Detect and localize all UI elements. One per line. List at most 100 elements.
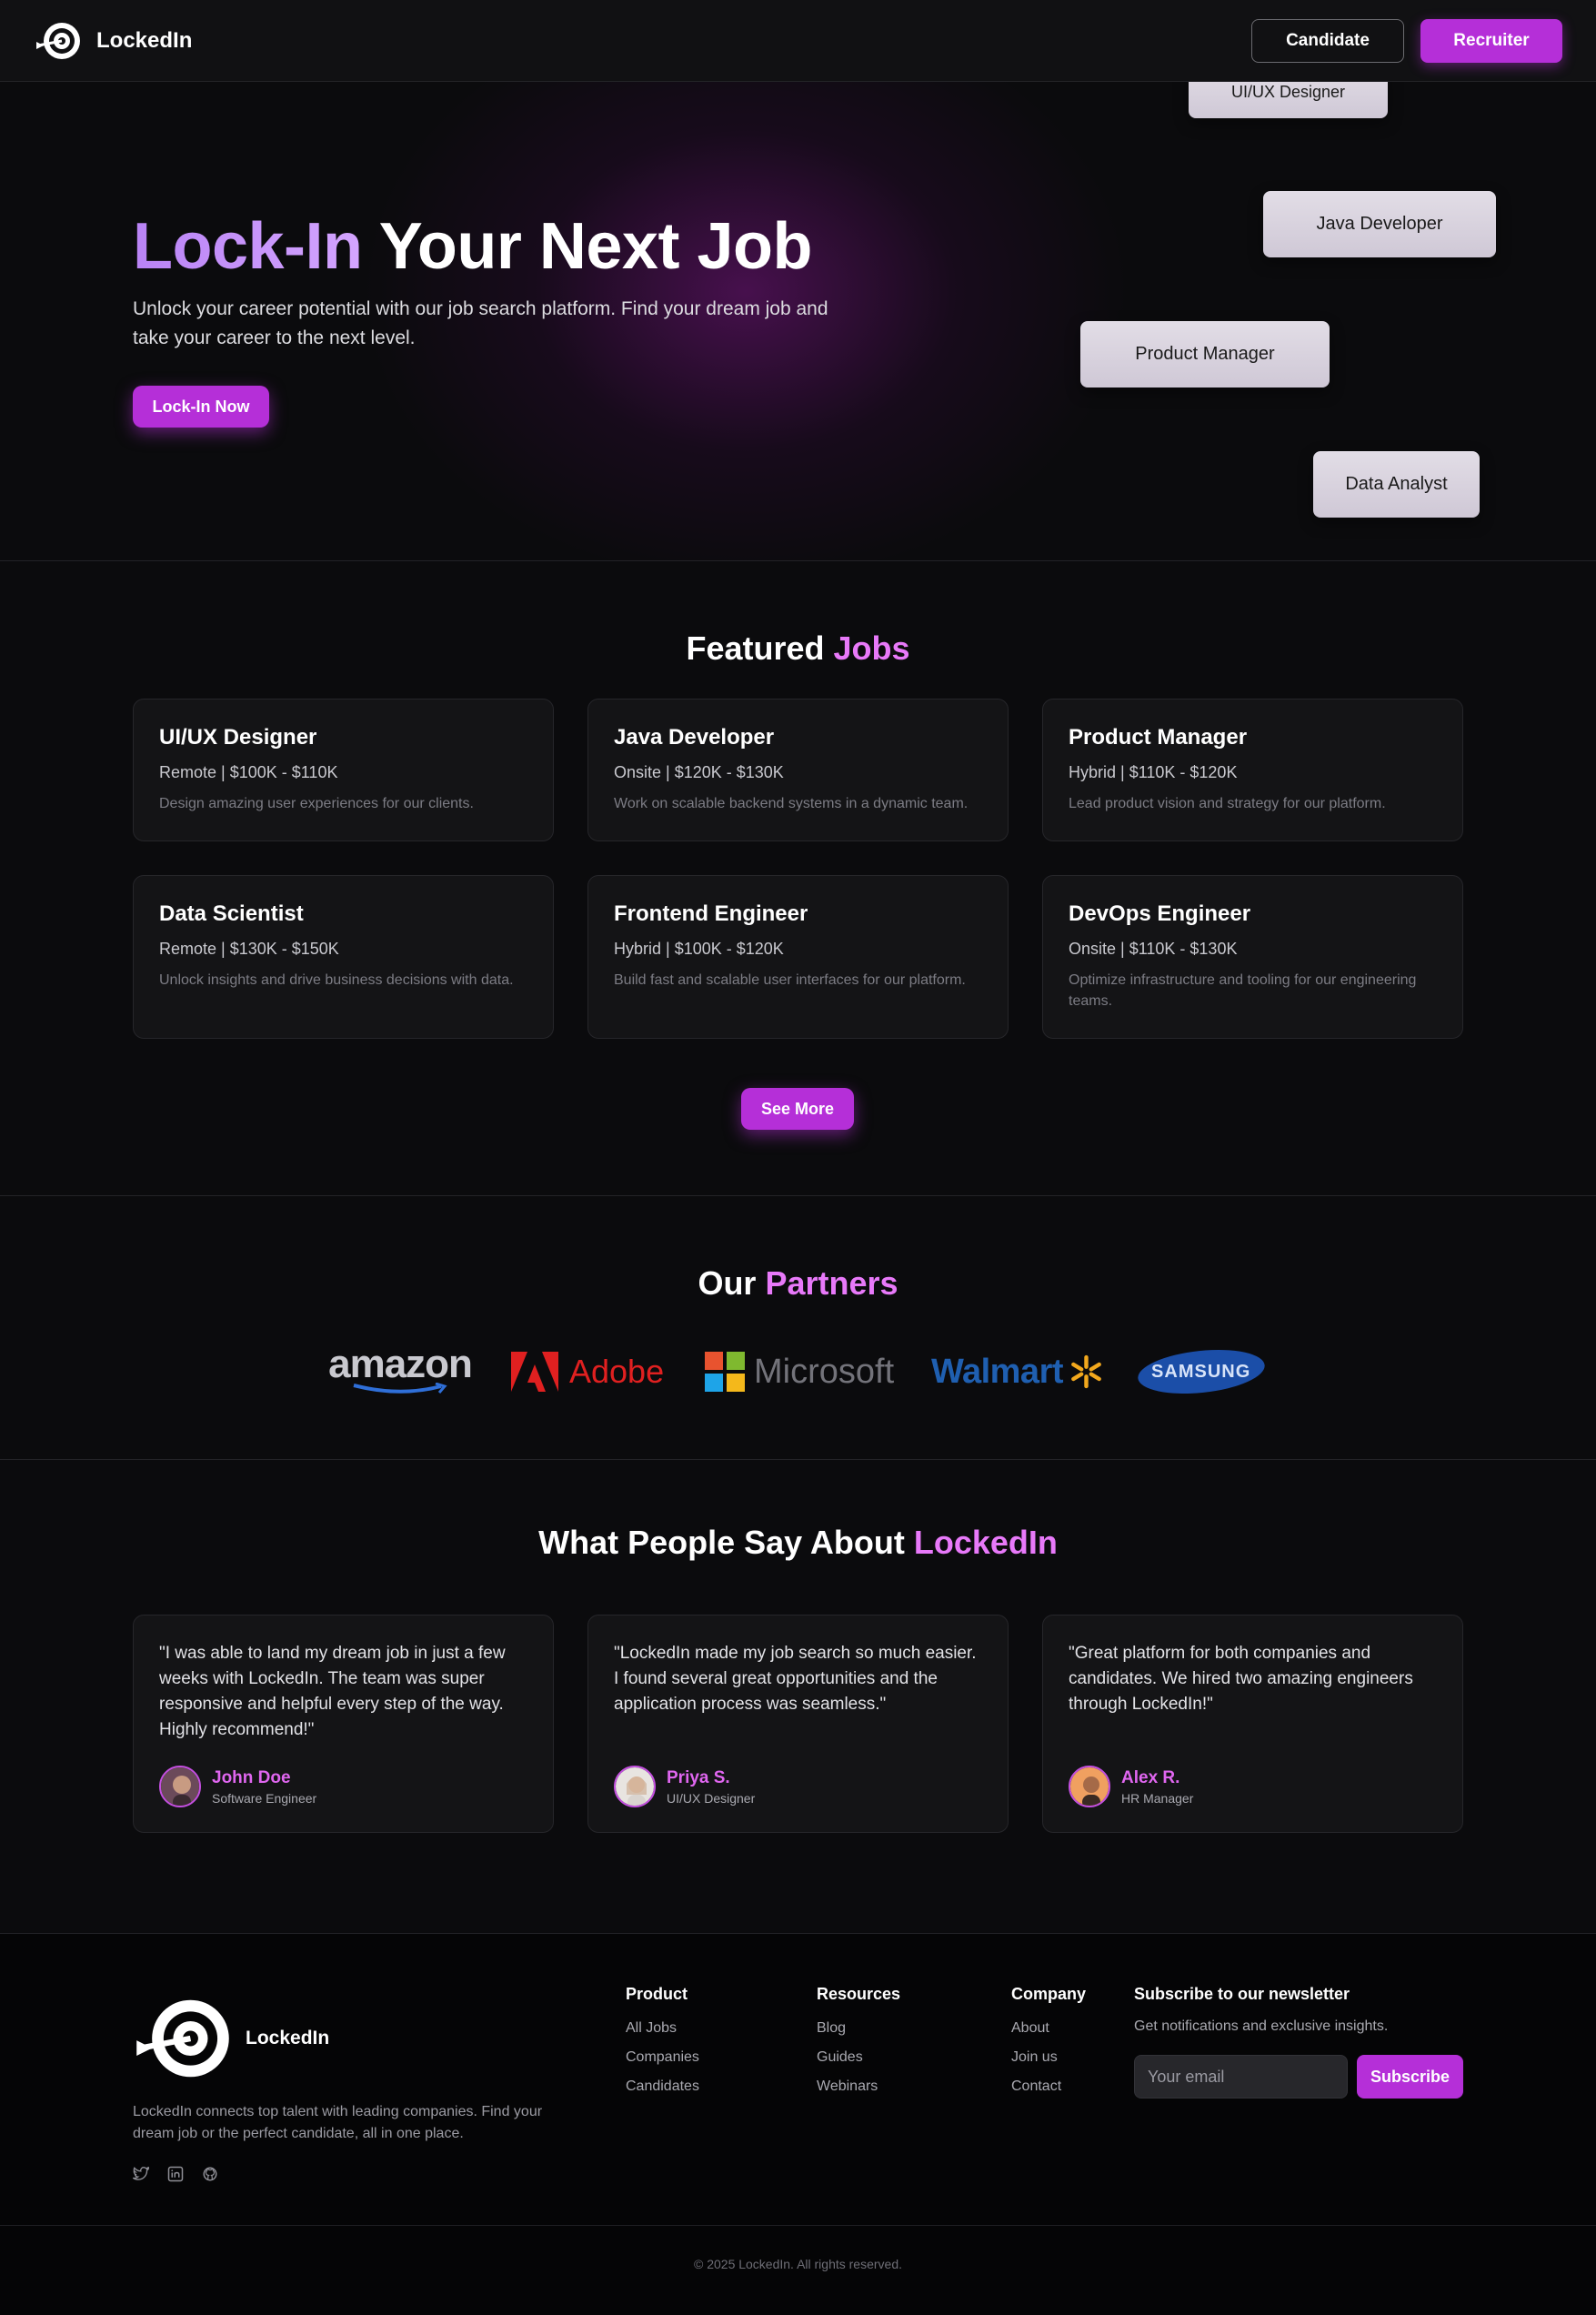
- adobe-logo-text: Adobe: [569, 1353, 665, 1390]
- footer-brand-name: LockedIn: [246, 2028, 330, 2048]
- partners-section: Our Partners amazon Adobe Microsoft Walm…: [0, 1196, 1596, 1460]
- job-meta: Onsite | $110K - $130K: [1069, 940, 1238, 958]
- testimonial-card: "Great platform for both companies and c…: [1042, 1615, 1463, 1833]
- avatar: [159, 1766, 201, 1807]
- partners-title-accent: Partners: [765, 1264, 898, 1302]
- footer-column-title: Company: [1011, 1985, 1087, 2003]
- footer-link[interactable]: Webinars: [817, 2078, 900, 2095]
- newsletter-title: Subscribe to our newsletter: [1134, 1985, 1350, 2003]
- job-description: Design amazing user experiences for our …: [159, 796, 474, 811]
- footer-brand[interactable]: LockedIn: [133, 1988, 329, 2089]
- recruiter-button[interactable]: Recruiter: [1420, 19, 1562, 63]
- floating-chip: Java Developer: [1263, 191, 1496, 257]
- testimonials-title-accent: LockedIn: [913, 1524, 1058, 1561]
- newsletter-email-input[interactable]: [1134, 2055, 1348, 2099]
- featured-title-text: Featured: [686, 629, 825, 667]
- hero-title-accent: Lock-In: [133, 210, 363, 283]
- floating-chip: Product Manager: [1080, 321, 1330, 388]
- job-title: DevOps Engineer: [1069, 901, 1251, 926]
- job-description: Optimize infrastructure and tooling for …: [1069, 972, 1417, 1009]
- testimonial-author: Alex R. HR Manager: [1069, 1766, 1193, 1807]
- footer-link[interactable]: Join us: [1011, 2049, 1086, 2066]
- footer-link[interactable]: Candidates: [626, 2078, 699, 2095]
- walmart-logo: Walmart: [931, 1351, 1104, 1393]
- amazon-logo-text: amazon: [328, 1342, 473, 1386]
- social-links: [133, 2166, 218, 2182]
- linkedin-icon[interactable]: [167, 2166, 184, 2182]
- footer-link[interactable]: All Jobs: [626, 2020, 699, 2037]
- footer-column-title: Product: [626, 1985, 688, 2003]
- copyright: © 2025 LockedIn. All rights reserved.: [694, 2257, 902, 2271]
- testimonial-card: "LockedIn made my job search so much eas…: [587, 1615, 1009, 1833]
- testimonial-author: Priya S. UI/UX Designer: [614, 1766, 755, 1807]
- microsoft-logo: Microsoft: [705, 1351, 896, 1393]
- testimonial-card: "I was able to land my dream job in just…: [133, 1615, 554, 1833]
- samsung-logo-text: SAMSUNG: [1151, 1361, 1251, 1382]
- job-card[interactable]: DevOps Engineer Onsite | $110K - $130K O…: [1042, 875, 1463, 1039]
- testimonials-section: What People Say About LockedIn "I was ab…: [0, 1460, 1596, 1933]
- job-description: Build fast and scalable user interfaces …: [614, 972, 966, 988]
- job-title: Java Developer: [614, 725, 775, 750]
- testimonial-author: John Doe Software Engineer: [159, 1766, 316, 1807]
- see-more-button[interactable]: See More: [741, 1088, 854, 1130]
- featured-title: Featured Jobs: [0, 629, 1596, 668]
- testimonial-quote: "Great platform for both companies and c…: [1069, 1644, 1413, 1714]
- github-icon[interactable]: [202, 2166, 218, 2182]
- testimonial-name: Alex R.: [1121, 1767, 1180, 1787]
- brand-link[interactable]: LockedIn: [35, 18, 192, 64]
- job-description: Unlock insights and drive business decis…: [159, 972, 514, 988]
- newsletter-subtitle: Get notifications and exclusive insights…: [1134, 2018, 1389, 2034]
- avatar-icon: [161, 1767, 199, 1806]
- job-description: Work on scalable backend systems in a dy…: [614, 796, 969, 811]
- amazon-smile-icon: [353, 1383, 447, 1394]
- walmart-spark-icon: [1071, 1354, 1101, 1389]
- footer-link[interactable]: Guides: [817, 2049, 900, 2066]
- footer-link[interactable]: Companies: [626, 2049, 699, 2066]
- job-card[interactable]: Java Developer Onsite | $120K - $130K Wo…: [587, 699, 1009, 841]
- testimonials-title: What People Say About LockedIn: [0, 1524, 1596, 1562]
- floating-chip: UI/UX Designer: [1189, 82, 1388, 118]
- footer-link[interactable]: About: [1011, 2020, 1086, 2037]
- target-logo-icon: [36, 23, 80, 59]
- footer-link[interactable]: Contact: [1011, 2078, 1086, 2095]
- job-meta: Hybrid | $100K - $120K: [614, 940, 784, 958]
- footer-link[interactable]: Blog: [817, 2020, 900, 2037]
- navbar: LockedIn Candidate Recruiter: [0, 0, 1596, 82]
- partners-title: Our Partners: [0, 1264, 1596, 1303]
- hero-title: Lock-In Your Next Job: [133, 209, 812, 284]
- footer: LockedIn LockedIn connects top talent wi…: [0, 1933, 1596, 2315]
- job-title: UI/UX Designer: [159, 725, 317, 750]
- footer-column-title: Resources: [817, 1985, 901, 2003]
- target-logo-icon: [136, 1999, 229, 2078]
- featured-jobs-section: Featured Jobs UI/UX Designer Remote | $1…: [0, 561, 1596, 1196]
- lock-in-now-button[interactable]: Lock-In Now: [133, 386, 269, 428]
- avatar-icon: [1070, 1767, 1109, 1806]
- brand-name: LockedIn: [96, 28, 193, 53]
- walmart-logo-text: Walmart: [931, 1352, 1064, 1391]
- footer-column-resources: Resources Blog Guides Webinars: [817, 1985, 900, 2108]
- microsoft-logo-text: Microsoft: [754, 1352, 895, 1391]
- hero-title-rest: Your Next Job: [362, 210, 813, 283]
- testimonials-title-text: What People Say About: [538, 1524, 905, 1561]
- candidate-button[interactable]: Candidate: [1251, 19, 1404, 63]
- subscribe-button[interactable]: Subscribe: [1357, 2055, 1463, 2099]
- footer-column-company: Company About Join us Contact: [1011, 1985, 1086, 2108]
- adobe-mark-icon: [511, 1352, 558, 1392]
- footer-divider: [0, 2225, 1596, 2226]
- microsoft-grid-icon: [705, 1352, 745, 1392]
- job-meta: Remote | $100K - $110K: [159, 763, 338, 781]
- job-card[interactable]: Product Manager Hybrid | $110K - $120K L…: [1042, 699, 1463, 841]
- job-meta: Remote | $130K - $150K: [159, 940, 339, 958]
- amazon-logo: amazon: [328, 1342, 473, 1397]
- avatar: [1069, 1766, 1110, 1807]
- job-card[interactable]: UI/UX Designer Remote | $100K - $110K De…: [133, 699, 554, 841]
- job-card[interactable]: Frontend Engineer Hybrid | $100K - $120K…: [587, 875, 1009, 1039]
- testimonial-role: HR Manager: [1121, 1790, 1194, 1806]
- testimonial-name: John Doe: [212, 1767, 291, 1787]
- adobe-logo: Adobe: [511, 1351, 666, 1393]
- job-card[interactable]: Data Scientist Remote | $130K - $150K Un…: [133, 875, 554, 1039]
- twitter-icon[interactable]: [133, 2166, 149, 2182]
- samsung-ellipse: SAMSUNG: [1135, 1344, 1268, 1400]
- featured-title-accent: Jobs: [833, 629, 910, 667]
- avatar: [614, 1766, 656, 1807]
